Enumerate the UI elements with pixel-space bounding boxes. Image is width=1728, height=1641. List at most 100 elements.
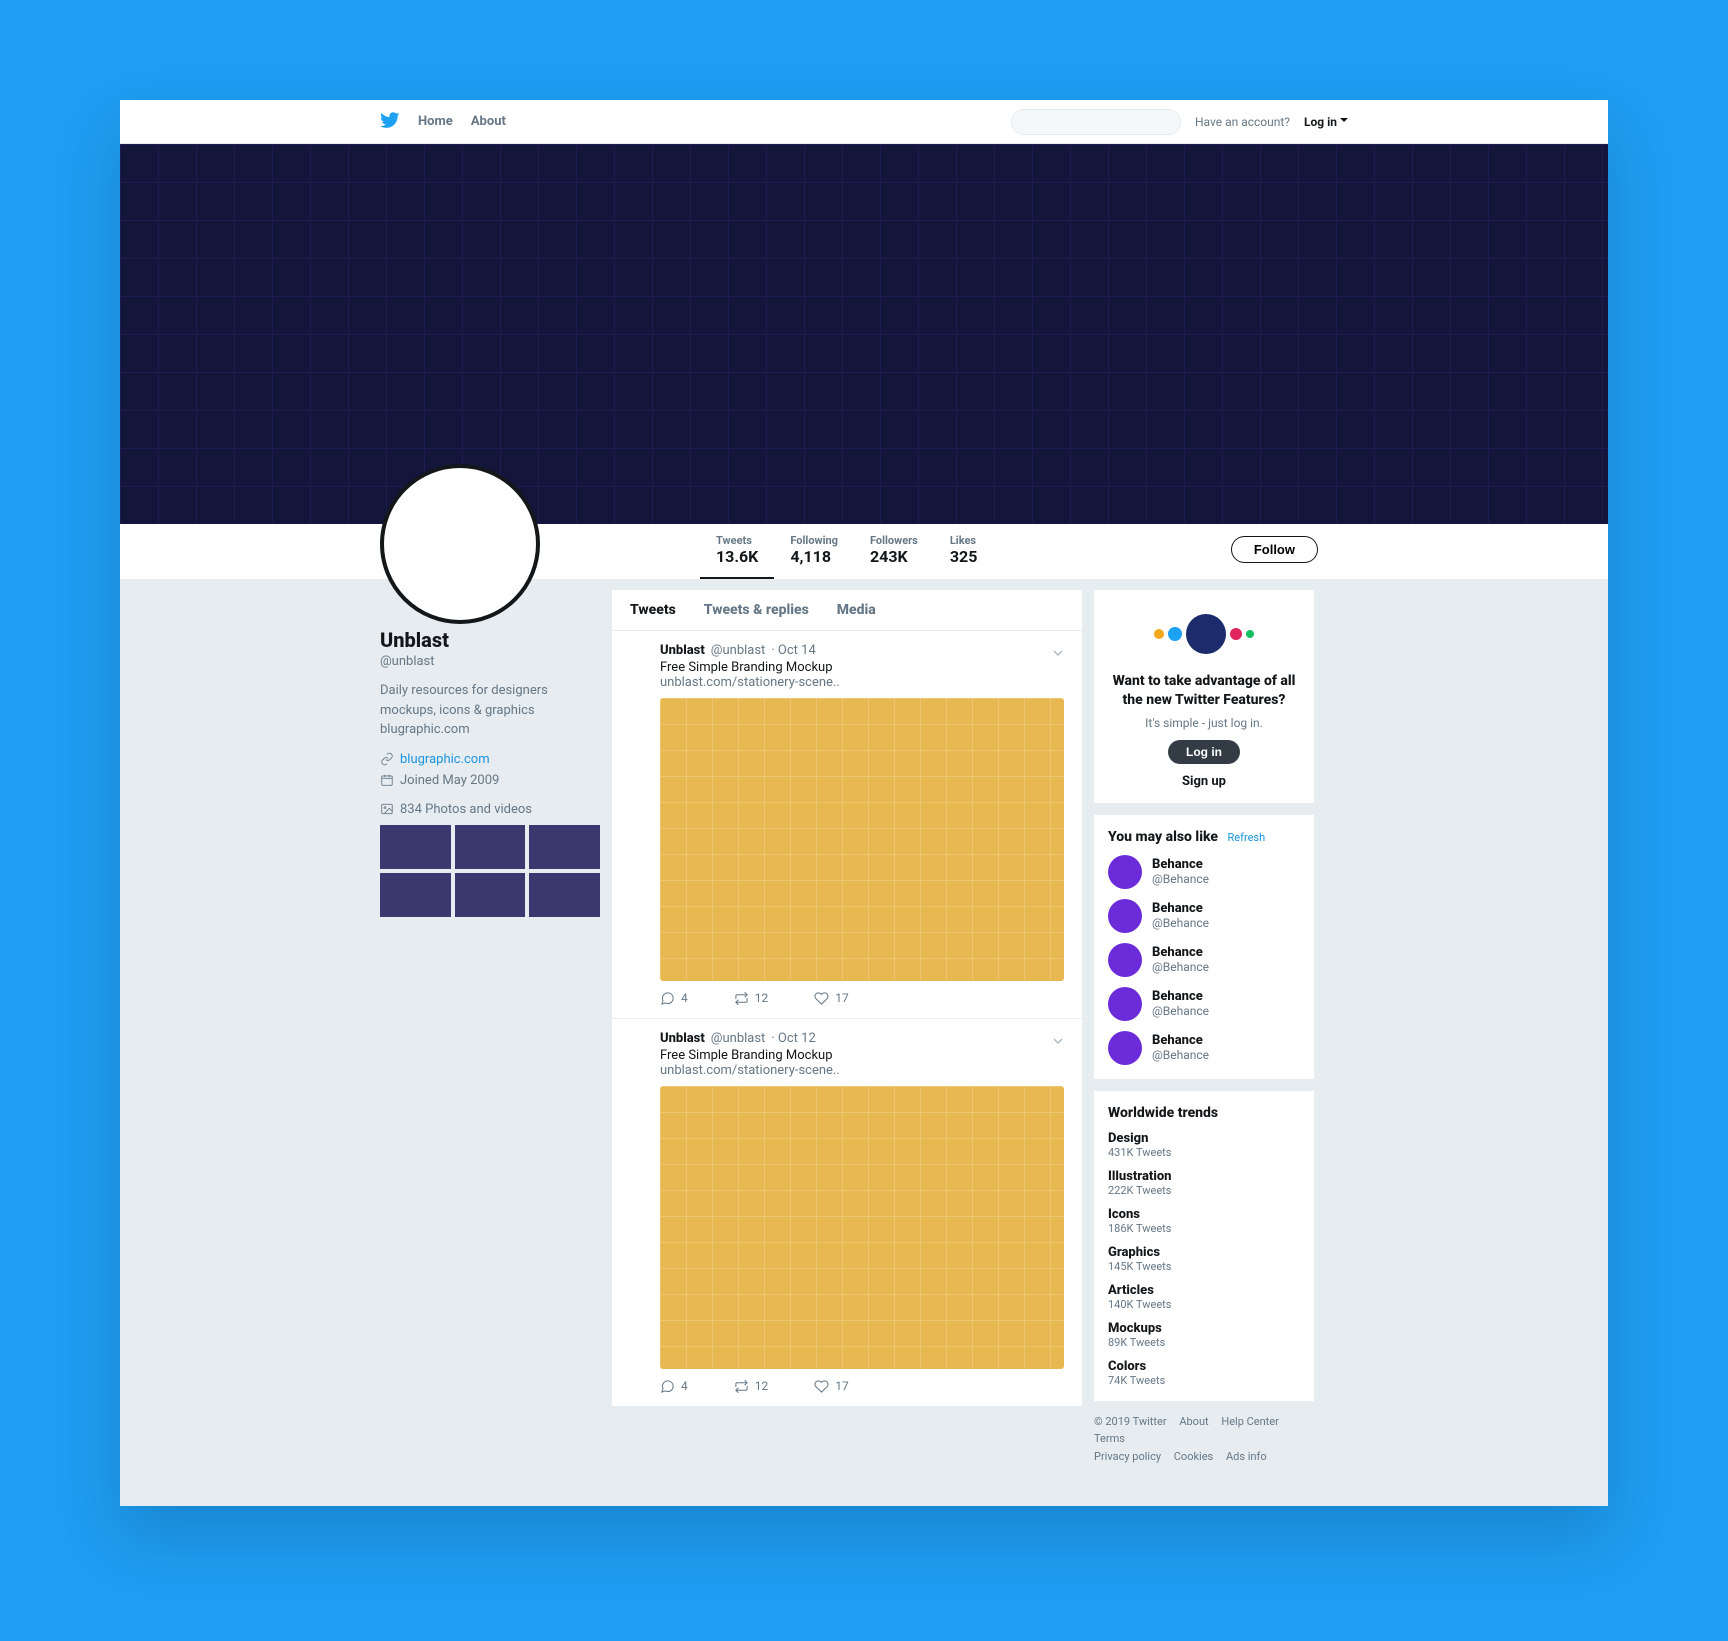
suggestion-avatar[interactable] bbox=[1108, 1031, 1142, 1065]
tweet-author[interactable]: Unblast bbox=[660, 643, 705, 658]
trend-item[interactable]: Graphics 145K Tweets bbox=[1108, 1245, 1300, 1273]
suggestion-item[interactable]: Behance @Behance bbox=[1108, 899, 1300, 933]
stat-likes[interactable]: Likes 325 bbox=[934, 524, 994, 579]
app-window: Home About Have an account? Log in Tweet… bbox=[120, 100, 1608, 1506]
suggestion-handle[interactable]: @Behance bbox=[1152, 1004, 1209, 1018]
tweet-handle[interactable]: @unblast bbox=[711, 1031, 766, 1046]
footer-about[interactable]: About bbox=[1179, 1415, 1208, 1428]
reply-button[interactable]: 4 bbox=[660, 1379, 688, 1394]
timeline: Tweets Tweets & replies Media Unblast @u… bbox=[612, 590, 1082, 1407]
profile-sidebar: Unblast @unblast Daily resources for des… bbox=[380, 590, 600, 917]
profile-media-count[interactable]: 834 Photos and videos bbox=[380, 802, 600, 817]
profile-avatar[interactable] bbox=[380, 464, 540, 624]
trend-item[interactable]: Illustration 222K Tweets bbox=[1108, 1169, 1300, 1197]
heart-icon bbox=[814, 991, 829, 1006]
suggestions-refresh[interactable]: Refresh bbox=[1228, 831, 1266, 844]
link-icon bbox=[380, 752, 394, 766]
media-thumbnail[interactable] bbox=[529, 825, 600, 869]
stat-followers[interactable]: Followers 243K bbox=[854, 524, 934, 579]
nav-home[interactable]: Home bbox=[418, 114, 453, 129]
stat-following[interactable]: Following 4,118 bbox=[774, 524, 854, 579]
promo-login-button[interactable]: Log in bbox=[1168, 740, 1240, 764]
suggestion-avatar[interactable] bbox=[1108, 855, 1142, 889]
retweet-icon bbox=[734, 1379, 749, 1394]
tab-tweets-replies[interactable]: Tweets & replies bbox=[704, 602, 809, 618]
reply-count: 4 bbox=[681, 991, 688, 1005]
footer-terms[interactable]: Terms bbox=[1094, 1432, 1125, 1445]
reply-icon bbox=[660, 991, 675, 1006]
footer-ads[interactable]: Ads info bbox=[1226, 1450, 1267, 1463]
stat-tweets[interactable]: Tweets 13.6K bbox=[700, 524, 774, 579]
reply-count: 4 bbox=[681, 1379, 688, 1393]
suggestion-name[interactable]: Behance bbox=[1152, 901, 1209, 916]
tweet-media[interactable] bbox=[660, 698, 1064, 981]
tab-tweets[interactable]: Tweets bbox=[630, 602, 676, 618]
footer-cookies[interactable]: Cookies bbox=[1174, 1450, 1213, 1463]
tab-media[interactable]: Media bbox=[837, 602, 876, 618]
media-thumbnail[interactable] bbox=[380, 873, 451, 917]
trend-item[interactable]: Icons 186K Tweets bbox=[1108, 1207, 1300, 1235]
retweet-button[interactable]: 12 bbox=[734, 1379, 769, 1394]
trend-count: 89K Tweets bbox=[1108, 1336, 1300, 1349]
trend-name[interactable]: Illustration bbox=[1108, 1169, 1300, 1184]
top-nav: Home About Have an account? Log in bbox=[120, 100, 1608, 144]
like-button[interactable]: 17 bbox=[814, 1379, 849, 1394]
twitter-logo-icon[interactable] bbox=[380, 110, 400, 134]
media-thumbnail[interactable] bbox=[455, 825, 526, 869]
like-button[interactable]: 17 bbox=[814, 991, 849, 1006]
suggestion-handle[interactable]: @Behance bbox=[1152, 1048, 1209, 1062]
suggestion-item[interactable]: Behance @Behance bbox=[1108, 1031, 1300, 1065]
trend-item[interactable]: Design 431K Tweets bbox=[1108, 1131, 1300, 1159]
stat-following-label: Following bbox=[790, 534, 838, 547]
trend-name[interactable]: Articles bbox=[1108, 1283, 1300, 1298]
trend-count: 222K Tweets bbox=[1108, 1184, 1300, 1197]
profile-website[interactable]: blugraphic.com bbox=[380, 752, 600, 767]
media-thumbnail[interactable] bbox=[455, 873, 526, 917]
trend-item[interactable]: Colors 74K Tweets bbox=[1108, 1359, 1300, 1387]
suggestions-title: You may also like Refresh bbox=[1108, 829, 1300, 845]
tweet-link[interactable]: unblast.com/stationery-scene.. bbox=[660, 1063, 1064, 1078]
tweet-handle[interactable]: @unblast bbox=[711, 643, 766, 658]
tweet-menu-button[interactable] bbox=[1050, 1033, 1066, 1053]
trend-name[interactable]: Design bbox=[1108, 1131, 1300, 1146]
tweet-link[interactable]: unblast.com/stationery-scene.. bbox=[660, 675, 1064, 690]
suggestion-handle[interactable]: @Behance bbox=[1152, 916, 1209, 930]
suggestion-item[interactable]: Behance @Behance bbox=[1108, 855, 1300, 889]
suggestion-name[interactable]: Behance bbox=[1152, 1033, 1209, 1048]
tweet-menu-button[interactable] bbox=[1050, 645, 1066, 665]
trend-item[interactable]: Mockups 89K Tweets bbox=[1108, 1321, 1300, 1349]
suggestion-name[interactable]: Behance bbox=[1152, 857, 1209, 872]
suggestion-handle[interactable]: @Behance bbox=[1152, 872, 1209, 886]
nav-about[interactable]: About bbox=[471, 114, 506, 129]
trend-name[interactable]: Mockups bbox=[1108, 1321, 1300, 1336]
retweet-button[interactable]: 12 bbox=[734, 991, 769, 1006]
suggestion-avatar[interactable] bbox=[1108, 943, 1142, 977]
suggestion-item[interactable]: Behance @Behance bbox=[1108, 943, 1300, 977]
media-thumbnail[interactable] bbox=[380, 825, 451, 869]
tweet-media[interactable] bbox=[660, 1086, 1064, 1369]
reply-button[interactable]: 4 bbox=[660, 991, 688, 1006]
suggestion-handle[interactable]: @Behance bbox=[1152, 960, 1209, 974]
footer-help[interactable]: Help Center bbox=[1221, 1415, 1279, 1428]
trend-name[interactable]: Colors bbox=[1108, 1359, 1300, 1374]
promo-signup-link[interactable]: Sign up bbox=[1108, 774, 1300, 789]
suggestion-item[interactable]: Behance @Behance bbox=[1108, 987, 1300, 1021]
trend-name[interactable]: Graphics bbox=[1108, 1245, 1300, 1260]
heart-icon bbox=[814, 1379, 829, 1394]
profile-website-link[interactable]: blugraphic.com bbox=[400, 752, 490, 767]
media-thumbnail[interactable] bbox=[529, 873, 600, 917]
suggestion-name[interactable]: Behance bbox=[1152, 989, 1209, 1004]
footer-privacy[interactable]: Privacy policy bbox=[1094, 1450, 1161, 1463]
search-input[interactable] bbox=[1011, 109, 1181, 135]
tweet-author[interactable]: Unblast bbox=[660, 1031, 705, 1046]
promo-panel: Want to take advantage of all the new Tw… bbox=[1094, 590, 1314, 803]
tweet-card[interactable]: Unblast @unblast · Oct 14 Free Simple Br… bbox=[612, 631, 1082, 1019]
login-dropdown[interactable]: Log in bbox=[1304, 115, 1348, 129]
trend-item[interactable]: Articles 140K Tweets bbox=[1108, 1283, 1300, 1311]
trend-name[interactable]: Icons bbox=[1108, 1207, 1300, 1222]
suggestion-avatar[interactable] bbox=[1108, 987, 1142, 1021]
suggestion-avatar[interactable] bbox=[1108, 899, 1142, 933]
suggestion-name[interactable]: Behance bbox=[1152, 945, 1209, 960]
follow-button[interactable]: Follow bbox=[1231, 536, 1318, 563]
tweet-card[interactable]: Unblast @unblast · Oct 12 Free Simple Br… bbox=[612, 1019, 1082, 1407]
